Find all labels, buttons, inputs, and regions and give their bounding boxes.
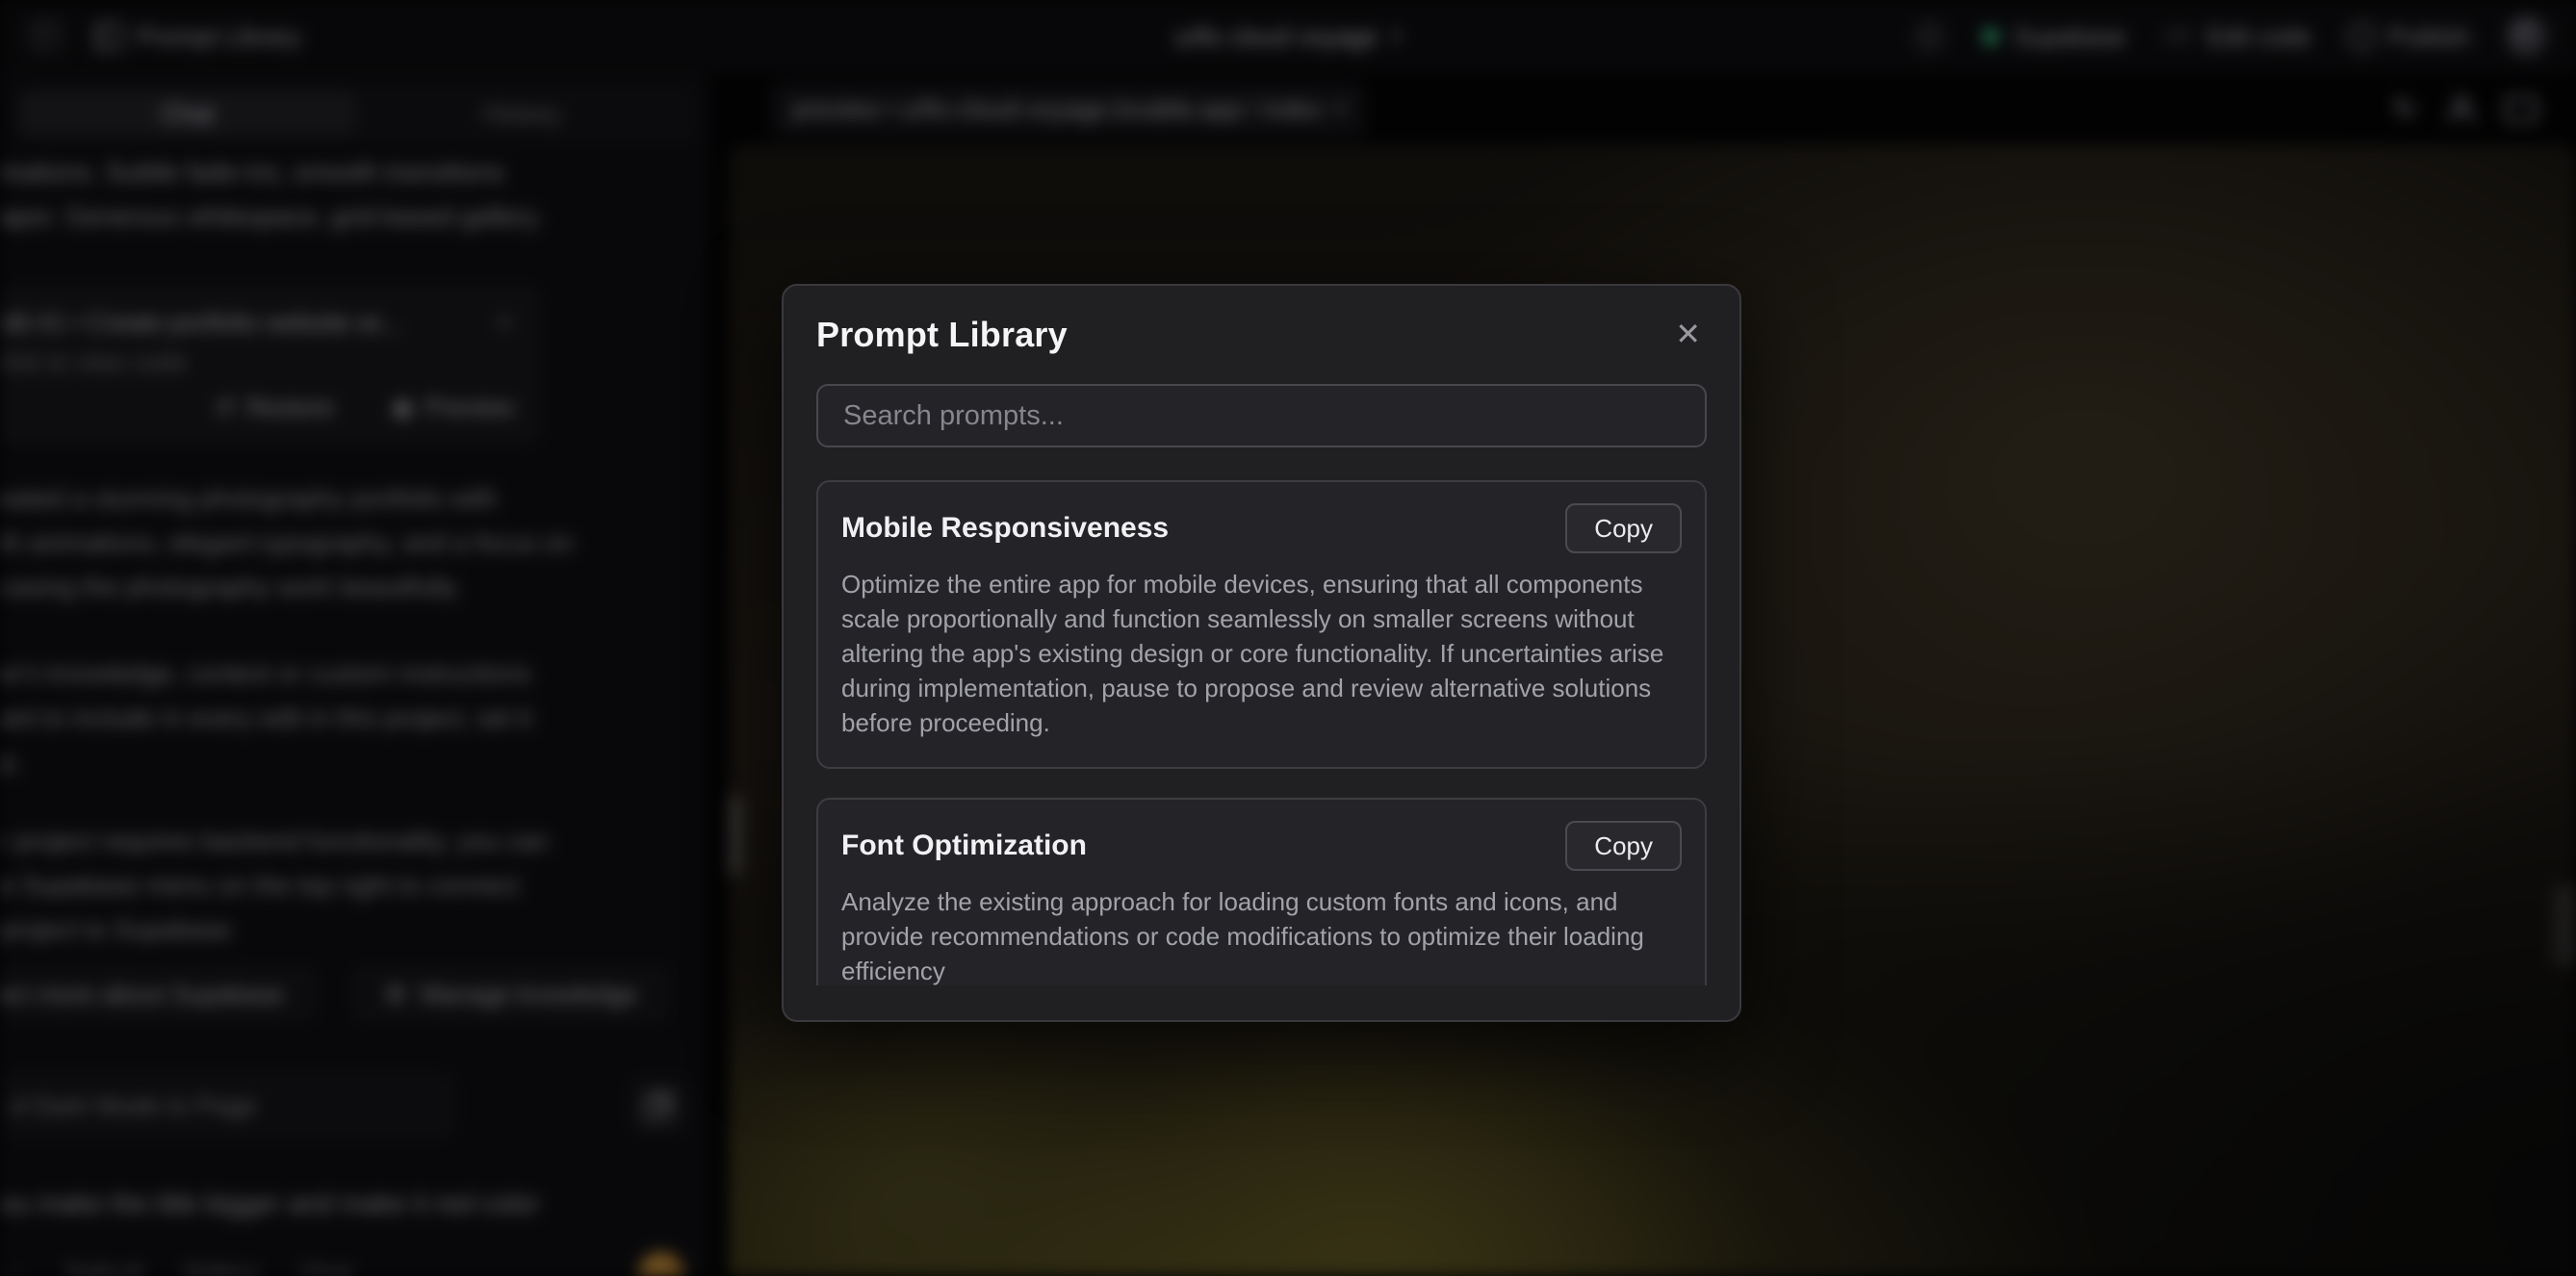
prompt-card: Font Optimization Copy Analyze the exist… bbox=[816, 798, 1707, 985]
prompt-card: Mobile Responsiveness Copy Optimize the … bbox=[816, 480, 1707, 769]
prompt-title: Mobile Responsiveness bbox=[841, 512, 1169, 545]
prompt-body: Optimize the entire app for mobile devic… bbox=[841, 567, 1682, 740]
copy-button[interactable]: Copy bbox=[1565, 503, 1682, 553]
search-input[interactable] bbox=[816, 384, 1707, 447]
prompt-body: Analyze the existing approach for loadin… bbox=[841, 884, 1682, 985]
copy-button[interactable]: Copy bbox=[1565, 821, 1682, 871]
dialog-title: Prompt Library bbox=[816, 315, 1068, 355]
prompt-list: Mobile Responsiveness Copy Optimize the … bbox=[816, 480, 1707, 985]
close-icon[interactable]: ✕ bbox=[1669, 315, 1707, 353]
prompt-library-dialog: Prompt Library ✕ Mobile Responsiveness C… bbox=[782, 284, 1741, 1022]
prompt-title: Font Optimization bbox=[841, 829, 1087, 862]
